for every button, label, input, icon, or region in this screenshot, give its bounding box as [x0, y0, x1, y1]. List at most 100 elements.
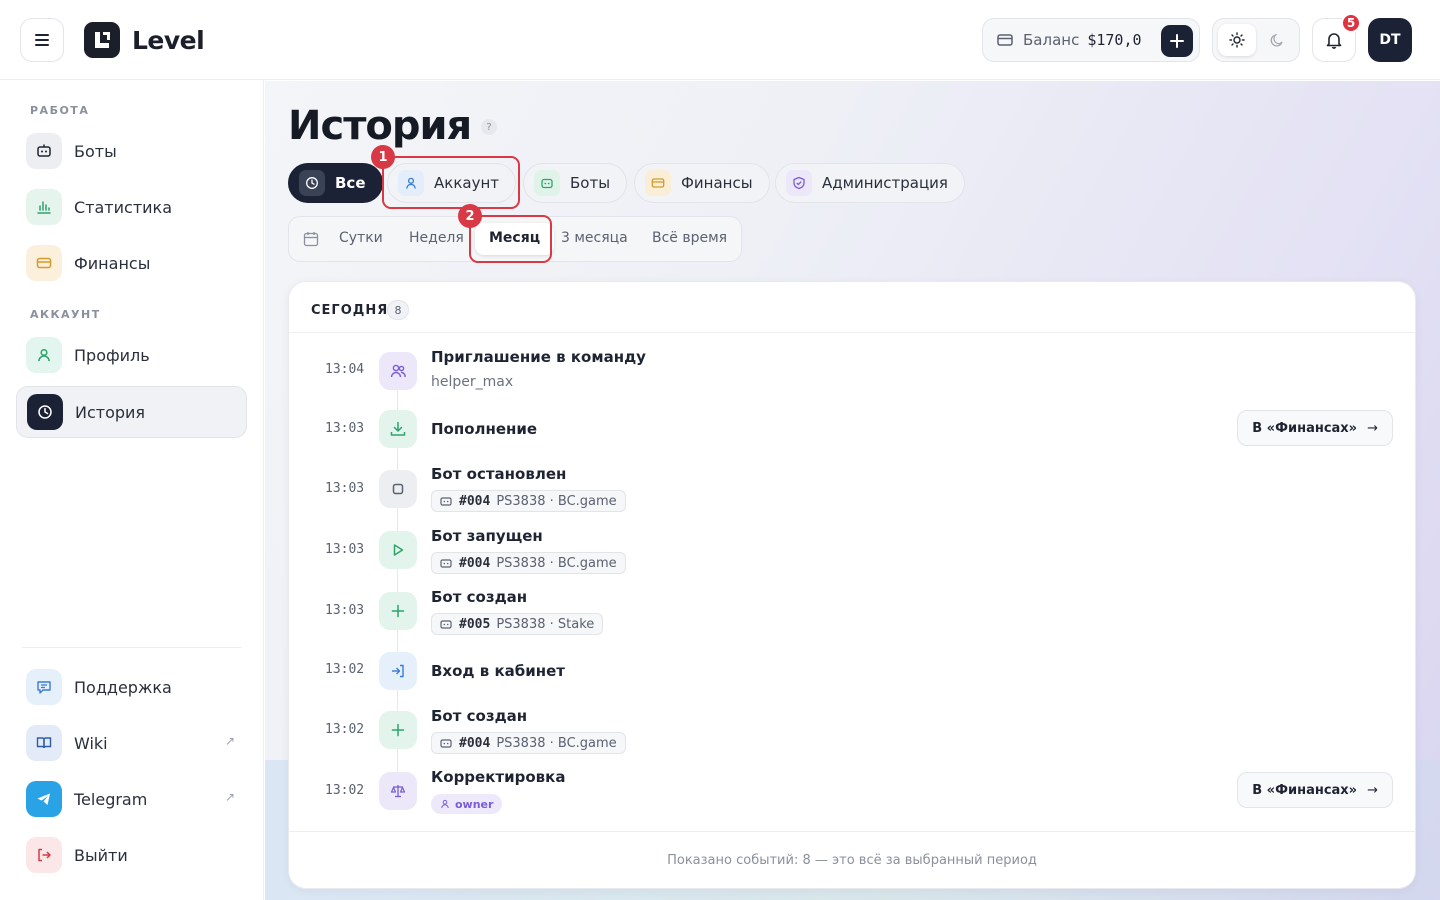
plus-icon — [1170, 34, 1184, 48]
bot-tag[interactable]: #005 PS3838 · Stake — [431, 613, 604, 635]
sidebar-item-label: История — [75, 402, 146, 422]
sidebar-item-bots[interactable]: Боты — [16, 125, 247, 177]
light-theme-button[interactable] — [1218, 24, 1256, 56]
bot-tag[interactable]: #004 PS3838 · BC.game — [431, 732, 626, 754]
event-title: Вход в кабинет — [431, 662, 565, 680]
tab-label: Администрация — [822, 174, 948, 192]
help-icon[interactable]: ? — [481, 119, 497, 135]
logo[interactable]: Level — [84, 22, 205, 58]
tab-label: Финансы — [681, 174, 753, 192]
user-icon — [441, 799, 449, 809]
event-time: 13:03 — [325, 603, 365, 618]
event-time: 13:02 — [325, 662, 365, 677]
event-time: 13:02 — [325, 783, 365, 798]
sidebar-item-label: Статистика — [74, 197, 172, 217]
external-link-icon: ↗ — [224, 734, 235, 748]
stop-icon — [379, 470, 417, 508]
go-to-finance-button[interactable]: В «Финансах» → — [1237, 410, 1393, 446]
go-to-finance-button[interactable]: В «Финансах» → — [1237, 772, 1393, 808]
group-count-badge: 8 — [387, 300, 409, 320]
sidebar-section-title: АККАУНТ — [30, 308, 101, 321]
event-row[interactable]: 13:03 Бот запущен #004 PS3838 · BC.game — [289, 523, 1415, 583]
sidebar-divider — [22, 647, 241, 648]
sidebar-item-label: Поддержка — [74, 677, 172, 697]
arrow-right-icon: → — [1367, 420, 1378, 436]
download-icon — [379, 410, 417, 448]
event-row[interactable]: 13:02 Вход в кабинет — [289, 644, 1415, 704]
sidebar-item-statistics[interactable]: Статистика — [16, 181, 247, 233]
sidebar-item-label: Выйти — [74, 845, 128, 865]
event-row[interactable]: 13:02 Корректировка owner В «Финансах» → — [289, 764, 1415, 824]
sidebar-item-finance[interactable]: Финансы — [16, 237, 247, 289]
sidebar-item-logout[interactable]: Выйти — [16, 829, 247, 881]
login-icon — [379, 652, 417, 690]
sidebar-item-telegram[interactable]: Telegram ↗ — [16, 773, 247, 825]
event-row[interactable]: 13:03 Пополнение В «Финансах» → — [289, 402, 1415, 462]
period-3-months[interactable]: 3 месяца — [561, 230, 628, 246]
card-icon — [997, 34, 1013, 46]
period-day[interactable]: Сутки — [339, 230, 383, 246]
external-link-icon: ↗ — [224, 790, 235, 804]
sidebar-section-title: РАБОТА — [30, 104, 90, 117]
sidebar: РАБОТА Боты Статистика Финансы АККАУНТ П… — [0, 80, 264, 900]
telegram-icon — [26, 781, 62, 817]
sidebar-item-wiki[interactable]: Wiki ↗ — [16, 717, 247, 769]
bot-id: #005 — [459, 616, 491, 632]
avatar[interactable]: DT — [1368, 18, 1412, 62]
bot-tag[interactable]: #004 PS3838 · BC.game — [431, 552, 626, 574]
shield-icon — [786, 170, 812, 196]
event-row[interactable]: 13:03 Бот остановлен #004 PS3838 · BC.ga… — [289, 462, 1415, 522]
chat-icon — [26, 669, 62, 705]
period-all-time[interactable]: Всё время — [652, 230, 727, 246]
event-title: Пополнение — [431, 420, 538, 438]
bot-id: #004 — [459, 735, 491, 751]
wallet-icon — [26, 245, 62, 281]
sidebar-item-label: Wiki — [74, 733, 108, 753]
sidebar-item-label: Telegram — [74, 789, 148, 809]
book-icon — [26, 725, 62, 761]
step-marker: 1 — [371, 145, 395, 169]
balance-value: $170,0 — [1087, 31, 1142, 49]
event-row[interactable]: 13:03 Бот создан #005 PS3838 · Stake — [289, 584, 1415, 644]
step-marker: 2 — [458, 204, 482, 228]
tab-administration[interactable]: Администрация — [775, 163, 965, 203]
bot-description: PS3838 · Stake — [496, 616, 595, 632]
sidebar-item-label: Боты — [74, 141, 117, 161]
tab-label: Все — [335, 174, 366, 192]
events-group-header: СЕГОДНЯ 8 — [289, 282, 1415, 333]
add-funds-button[interactable] — [1161, 25, 1193, 57]
tab-bots[interactable]: Боты — [523, 163, 628, 203]
event-time: 13:03 — [325, 421, 365, 436]
sidebar-item-profile[interactable]: Профиль — [16, 329, 247, 381]
arrow-right-icon: → — [1367, 782, 1378, 798]
bot-id: #004 — [459, 493, 491, 509]
chart-icon — [26, 189, 62, 225]
go-to-finance-label: В «Финансах» — [1252, 420, 1358, 436]
balance-label: Баланс — [1023, 31, 1080, 49]
event-row[interactable]: 13:02 Бот создан #004 PS3838 · BC.game — [289, 704, 1415, 764]
bot-description: PS3838 · BC.game — [496, 555, 617, 571]
menu-button[interactable] — [20, 18, 64, 62]
notifications-badge: 5 — [1341, 13, 1361, 33]
event-time: 13:03 — [325, 481, 365, 496]
sidebar-item-history[interactable]: История — [16, 386, 247, 438]
sidebar-item-support[interactable]: Поддержка — [16, 661, 247, 713]
go-to-finance-label: В «Финансах» — [1252, 782, 1358, 798]
sun-icon — [1229, 32, 1245, 48]
clock-icon — [299, 170, 325, 196]
event-title: Приглашение в команду — [431, 348, 646, 366]
bot-tag[interactable]: #004 PS3838 · BC.game — [431, 490, 626, 512]
dark-theme-button[interactable] — [1258, 24, 1296, 56]
calendar-icon — [303, 232, 319, 247]
event-time: 13:03 — [325, 542, 365, 557]
event-row[interactable]: 13:04 Приглашение в команду helper_max — [289, 342, 1415, 402]
event-time: 13:04 — [325, 362, 365, 377]
tab-all[interactable]: Все — [288, 163, 383, 203]
bot-icon — [534, 170, 560, 196]
period-week[interactable]: Неделя — [409, 230, 464, 246]
tab-finance[interactable]: Финансы — [634, 163, 770, 203]
logout-icon — [26, 837, 62, 873]
clock-icon — [27, 394, 63, 430]
theme-toggle — [1212, 18, 1300, 62]
balance-widget[interactable]: Баланс $170,0 — [982, 18, 1200, 62]
